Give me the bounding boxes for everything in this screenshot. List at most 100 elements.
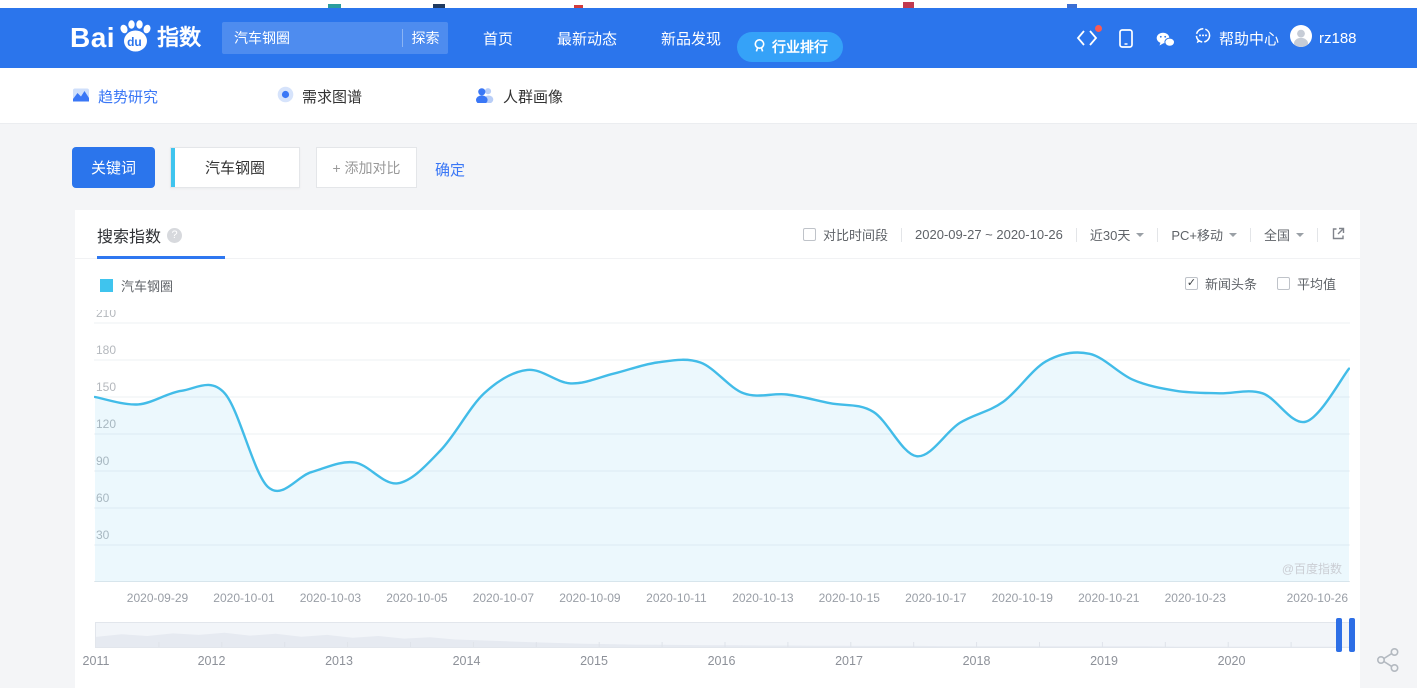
x-axis-label: 2020-10-05 [372, 591, 462, 605]
user-account[interactable]: rz188 [1290, 8, 1357, 68]
average-checkbox[interactable] [1277, 277, 1290, 290]
trend-chart-icon [72, 86, 90, 107]
help-chat-icon [1194, 27, 1212, 49]
help-center[interactable]: 帮助中心 [1194, 8, 1279, 68]
mobile-app-icon[interactable] [1119, 29, 1133, 53]
x-axis-label: 2020-10-17 [891, 591, 981, 605]
series-color-swatch [100, 279, 113, 292]
panel-header: 搜索指数 ? 对比时间段 2020-09-27 ~ 2020-10-26 近30… [75, 210, 1360, 259]
keyword-chip[interactable]: 汽车钢圈 [170, 147, 300, 188]
nav-search-button[interactable]: 探索 [402, 29, 448, 47]
tab-search-index[interactable]: 搜索指数 ? [97, 223, 182, 247]
x-axis-labels: 2020-09-292020-10-012020-10-032020-10-05… [94, 591, 1350, 607]
timeline-year-label: 2019 [1090, 654, 1118, 668]
timeline-year-label: 2016 [708, 654, 736, 668]
wechat-icon[interactable] [1156, 32, 1175, 52]
region-select[interactable]: 全国 [1264, 225, 1304, 244]
tab-search-index-label: 搜索指数 [97, 223, 161, 247]
x-axis-label: 2020-10-26 [1287, 591, 1348, 605]
series-legend[interactable]: 汽车钢圈 [100, 276, 173, 295]
timeline-year-label: 2012 [198, 654, 226, 668]
device-select[interactable]: PC+移动 [1171, 225, 1237, 244]
trend-chart-svg: 306090120150180210 [94, 310, 1350, 582]
divider [1250, 228, 1251, 242]
news-headlines-toggle[interactable]: 新闻头条 [1185, 274, 1257, 293]
x-axis-label: 2020-10-21 [1064, 591, 1154, 605]
x-axis-label: 2020-10-13 [718, 591, 808, 605]
x-axis-label: 2020-10-23 [1150, 591, 1240, 605]
medal-icon [752, 38, 767, 56]
compare-time-toggle[interactable]: 对比时间段 [803, 225, 888, 244]
tab-demand-graph[interactable]: 需求图谱 [277, 68, 362, 124]
overlay-toggles: 新闻头条 平均值 [1185, 274, 1336, 293]
sub-navbar: 趋势研究 需求图谱 人群画像 [0, 68, 1417, 124]
average-label: 平均值 [1297, 274, 1336, 293]
divider [901, 228, 902, 242]
divider [1317, 228, 1318, 242]
device-value: PC+移动 [1171, 225, 1223, 244]
watermark: @百度指数 [1282, 560, 1342, 577]
region-value: 全国 [1264, 225, 1290, 244]
keyword-type-button[interactable]: 关键词 [72, 147, 155, 188]
x-axis-label: 2020-10-01 [199, 591, 289, 605]
external-link-icon[interactable] [1331, 226, 1346, 244]
people-icon [474, 86, 495, 107]
add-compare-button[interactable]: + 添加对比 [316, 147, 417, 188]
timeline-spark-svg [96, 623, 1354, 647]
browser-strip [0, 0, 1417, 8]
average-toggle[interactable]: 平均值 [1277, 274, 1336, 293]
chevron-down-icon [1229, 233, 1237, 241]
tab-crowd-portrait[interactable]: 人群画像 [474, 68, 563, 124]
industry-ranking-button[interactable]: 行业排行 [737, 32, 843, 62]
series-legend-label: 汽车钢圈 [121, 276, 173, 295]
active-tab-underline [97, 256, 225, 259]
tab-trend-research[interactable]: 趋势研究 [72, 68, 158, 124]
x-axis-label: 2020-10-19 [977, 591, 1067, 605]
search-index-panel: 搜索指数 ? 对比时间段 2020-09-27 ~ 2020-10-26 近30… [75, 210, 1360, 688]
avatar [1290, 25, 1312, 51]
timeline-year-label: 2013 [325, 654, 353, 668]
svg-text:210: 210 [96, 310, 116, 320]
tab-crowd-portrait-label: 人群画像 [503, 86, 563, 107]
baidu-index-logo[interactable]: Bai du 指数 [70, 20, 201, 54]
timeline-year-label: 2014 [453, 654, 481, 668]
nav-link-new-products[interactable]: 新品发现 [661, 28, 721, 49]
time-range-value: 近30天 [1090, 225, 1130, 244]
chevron-down-icon [1136, 233, 1144, 241]
news-headlines-checkbox[interactable] [1185, 277, 1198, 290]
compare-time-checkbox[interactable] [803, 228, 816, 241]
timeline-year-label: 2020 [1218, 654, 1246, 668]
svg-text:150: 150 [96, 380, 116, 394]
nav-link-home[interactable]: 首页 [483, 28, 513, 49]
username: rz188 [1319, 30, 1357, 47]
help-center-label: 帮助中心 [1219, 28, 1279, 49]
x-axis-label: 2020-10-03 [285, 591, 375, 605]
keyword-color-accent [171, 148, 175, 187]
help-question-icon[interactable]: ? [167, 228, 182, 243]
nav-search-box[interactable]: 汽车钢圈 探索 [222, 22, 448, 54]
share-icon[interactable] [1374, 646, 1404, 676]
timeline-year-labels: 2011201220132014201520162017201820192020 [75, 654, 1355, 670]
trend-chart[interactable]: 306090120150180210 2020-09-292020-10-012… [94, 310, 1350, 610]
x-axis-label: 2020-10-15 [804, 591, 894, 605]
x-axis-label: 2020-09-29 [113, 591, 203, 605]
logo-text-suffix: 指数 [157, 20, 201, 54]
slider-handle-right[interactable] [1349, 618, 1355, 652]
slider-handle-left[interactable] [1336, 618, 1342, 652]
timeline-year-label: 2011 [83, 654, 110, 668]
tab-trend-research-label: 趋势研究 [98, 86, 158, 107]
time-range-select[interactable]: 近30天 [1090, 225, 1144, 244]
nav-search-input[interactable]: 汽车钢圈 [222, 28, 402, 48]
svg-text:180: 180 [96, 343, 116, 357]
date-range-value[interactable]: 2020-09-27 ~ 2020-10-26 [915, 227, 1063, 242]
code-notification-icon[interactable] [1076, 29, 1098, 52]
nav-link-latest[interactable]: 最新动态 [557, 28, 617, 49]
panel-controls: 对比时间段 2020-09-27 ~ 2020-10-26 近30天 PC+移动… [803, 210, 1346, 259]
notification-dot [1095, 25, 1102, 32]
timeline-slider[interactable] [95, 622, 1355, 648]
confirm-link[interactable]: 确定 [435, 159, 465, 180]
divider [1157, 228, 1158, 242]
keyword-chip-label: 汽车钢圈 [205, 157, 265, 178]
main-navbar: Bai du 指数 汽车钢圈 探索 首页 最新动态 新品发现 行业排 [0, 8, 1417, 68]
news-headlines-label: 新闻头条 [1205, 274, 1257, 293]
